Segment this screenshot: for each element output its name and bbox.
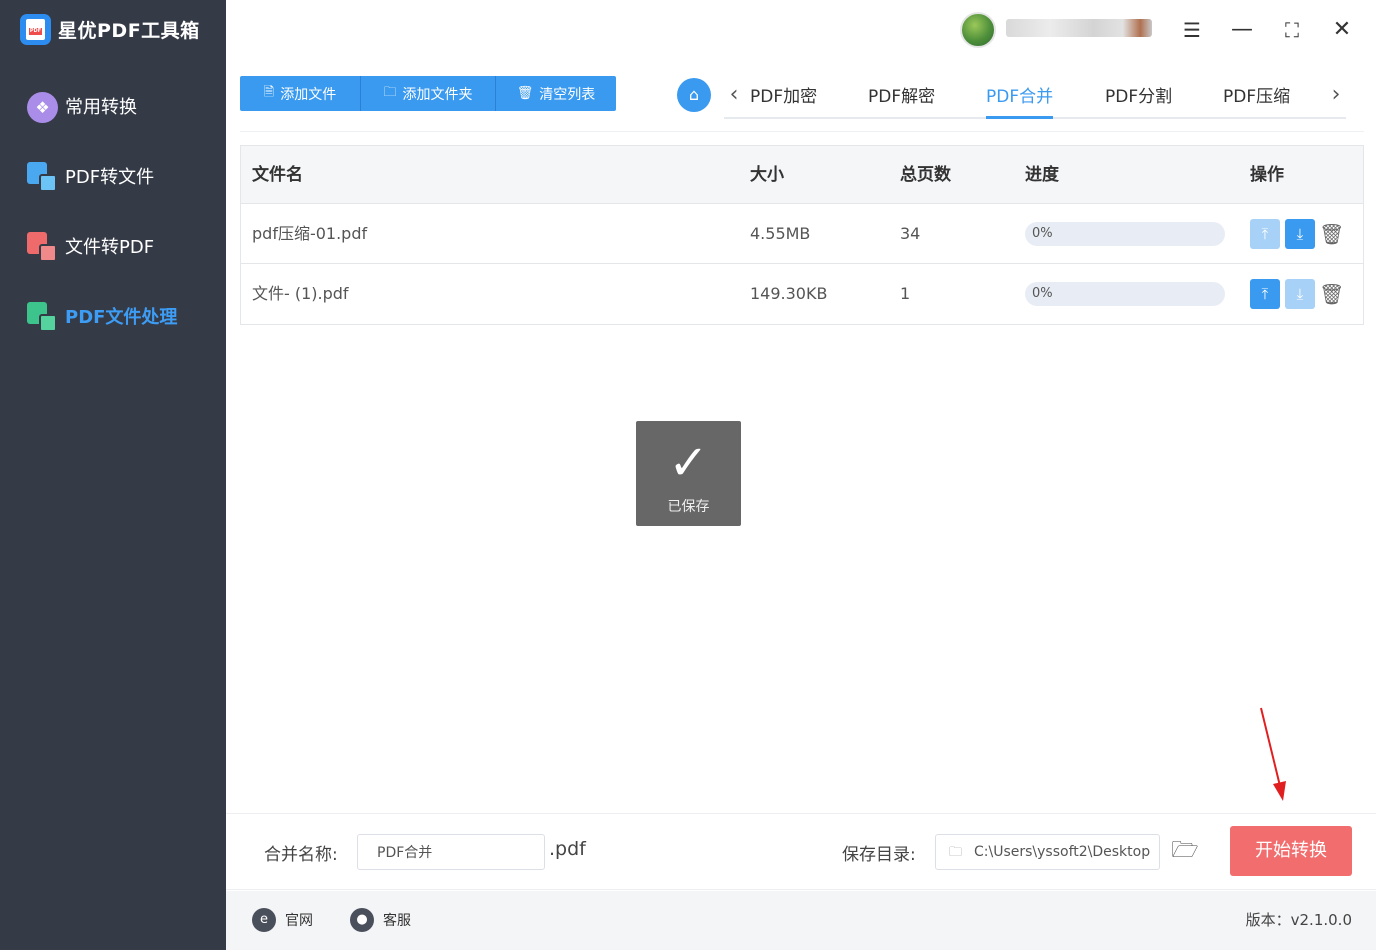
arrow-up-icon: ⤒ bbox=[1261, 285, 1269, 303]
clover-icon bbox=[25, 90, 58, 123]
annotation-arrow bbox=[1260, 707, 1286, 801]
app-title: 星优PDF工具箱 bbox=[58, 20, 200, 42]
sidebar-item-label: PDF文件处理 bbox=[65, 307, 178, 328]
table-row[interactable]: pdf压缩-01.pdf 4.55MB 34 0% ⤒ ⤓ 🗑 bbox=[241, 204, 1363, 264]
add-file-label: 添加文件 bbox=[280, 86, 337, 103]
toolbar: 🗎 添加文件 🗀 添加文件夹 🗑 清空列表 bbox=[240, 76, 616, 111]
file-icon: 🗎 bbox=[263, 84, 275, 100]
tab-bar: PDF加密 PDF解密 PDF合并 PDF分割 PDF压缩 bbox=[724, 76, 1346, 119]
tab-pdf-compress[interactable]: PDF压缩 bbox=[1223, 82, 1290, 119]
file-list-area: 文件名 大小 总页数 进度 操作 pdf压缩-01.pdf 4.55MB 34 … bbox=[240, 131, 1364, 800]
folder-icon: 🗀 bbox=[949, 845, 963, 860]
sidebar-item-label: 文件转PDF bbox=[65, 237, 155, 258]
save-dir-label: 保存目录: bbox=[842, 845, 916, 865]
website-label: 官网 bbox=[285, 913, 313, 929]
maximize-icon[interactable]: ⛶ bbox=[1276, 14, 1308, 46]
folder-icon: 🗀 bbox=[383, 84, 397, 100]
username-blurred bbox=[1006, 19, 1152, 37]
file-name: pdf压缩-01.pdf bbox=[252, 224, 368, 243]
browse-folder-icon[interactable]: 🗁 bbox=[1170, 836, 1200, 866]
save-dir-input[interactable] bbox=[935, 834, 1160, 870]
brand: 星优PDF工具箱 bbox=[20, 14, 200, 45]
footer: e 官网 ● 客服 版本：v2.1.0.0 bbox=[226, 891, 1376, 950]
arrow-down-icon: ⤓ bbox=[1296, 285, 1304, 303]
sidebar-item-pdf-to-file[interactable]: PDF转文件 bbox=[25, 158, 154, 194]
sidebar-item-file-to-pdf[interactable]: 文件转PDF bbox=[25, 228, 154, 264]
arrow-down-icon: ⤓ bbox=[1296, 225, 1304, 243]
column-header-actions: 操作 bbox=[1250, 165, 1284, 185]
support-label: 客服 bbox=[383, 913, 411, 929]
merge-name-input[interactable] bbox=[357, 834, 545, 870]
column-header-name: 文件名 bbox=[252, 165, 303, 185]
saved-toast: ✓ 已保存 bbox=[636, 421, 741, 526]
browser-icon: e bbox=[252, 908, 276, 932]
add-folder-button[interactable]: 🗀 添加文件夹 bbox=[361, 76, 496, 111]
file-pages: 1 bbox=[900, 284, 911, 303]
tab-pdf-merge[interactable]: PDF合并 bbox=[986, 82, 1054, 119]
pdf-to-file-icon bbox=[25, 160, 58, 193]
sidebar-item-common-convert[interactable]: 常用转换 bbox=[25, 88, 137, 124]
avatar[interactable] bbox=[960, 12, 996, 48]
file-to-pdf-icon bbox=[25, 230, 58, 263]
website-link[interactable]: e 官网 bbox=[252, 908, 313, 932]
table-row[interactable]: 文件- (1).pdf 149.30KB 1 0% ⤒ ⤓ 🗑 bbox=[241, 264, 1363, 324]
file-table: 文件名 大小 总页数 进度 操作 pdf压缩-01.pdf 4.55MB 34 … bbox=[240, 145, 1364, 325]
move-up-button[interactable]: ⤒ bbox=[1250, 279, 1280, 309]
minimize-icon[interactable]: — bbox=[1226, 14, 1258, 46]
title-bar: ☰ — ⛶ ✕ bbox=[226, 0, 1376, 60]
tab-pdf-split[interactable]: PDF分割 bbox=[1105, 82, 1172, 119]
progress-text: 0% bbox=[1032, 226, 1053, 241]
support-link[interactable]: ● 客服 bbox=[350, 908, 411, 932]
pdf-process-icon bbox=[25, 300, 58, 333]
sliders-icon[interactable]: ☰ bbox=[1176, 14, 1208, 46]
sidebar: 星优PDF工具箱 常用转换 PDF转文件 文件转PDF PDF文件处理 bbox=[0, 0, 226, 950]
merge-name-label: 合并名称: bbox=[264, 845, 338, 865]
check-icon: ✓ bbox=[668, 435, 709, 491]
file-size: 149.30KB bbox=[750, 284, 828, 303]
clear-list-button[interactable]: 🗑 清空列表 bbox=[496, 76, 616, 111]
sidebar-item-pdf-process[interactable]: PDF文件处理 bbox=[25, 298, 177, 334]
delete-icon[interactable]: 🗑 bbox=[1319, 219, 1344, 249]
table-header: 文件名 大小 总页数 进度 操作 bbox=[241, 146, 1363, 204]
sidebar-item-label: 常用转换 bbox=[65, 97, 137, 118]
move-down-button[interactable]: ⤓ bbox=[1285, 219, 1315, 249]
clear-list-label: 清空列表 bbox=[539, 86, 596, 103]
file-size: 4.55MB bbox=[750, 224, 811, 243]
extension-label: .pdf bbox=[549, 838, 586, 860]
start-convert-button[interactable]: 开始转换 bbox=[1230, 826, 1352, 876]
progress-bar: 0% bbox=[1025, 282, 1225, 306]
column-header-progress: 进度 bbox=[1025, 165, 1059, 185]
close-icon[interactable]: ✕ bbox=[1326, 14, 1358, 46]
app-logo-icon bbox=[20, 14, 51, 45]
column-header-size: 大小 bbox=[750, 165, 784, 185]
sidebar-item-label: PDF转文件 bbox=[65, 167, 155, 188]
add-folder-label: 添加文件夹 bbox=[402, 86, 473, 103]
file-name: 文件- (1).pdf bbox=[252, 284, 349, 303]
progress-text: 0% bbox=[1032, 286, 1053, 301]
column-header-pages: 总页数 bbox=[900, 165, 951, 185]
file-pages: 34 bbox=[900, 224, 921, 243]
chat-icon: ● bbox=[350, 908, 374, 932]
move-down-button[interactable]: ⤓ bbox=[1285, 279, 1315, 309]
home-icon[interactable]: ⌂ bbox=[677, 78, 711, 112]
delete-icon[interactable]: 🗑 bbox=[1319, 279, 1344, 309]
tab-pdf-encrypt[interactable]: PDF加密 bbox=[750, 82, 817, 119]
move-up-button[interactable]: ⤒ bbox=[1250, 219, 1280, 249]
tab-pdf-decrypt[interactable]: PDF解密 bbox=[868, 82, 935, 119]
bottom-bar: 合并名称: .pdf 保存目录: 🗀 🗁 开始转换 bbox=[226, 813, 1376, 890]
version-text: 版本：v2.1.0.0 bbox=[1245, 911, 1352, 929]
main-panel: ☰ — ⛶ ✕ 🗎 添加文件 🗀 添加文件夹 🗑 清空列表 ⌂ ‹ › PDF加… bbox=[226, 0, 1376, 950]
progress-bar: 0% bbox=[1025, 222, 1225, 246]
toast-text: 已保存 bbox=[667, 499, 710, 515]
add-file-button[interactable]: 🗎 添加文件 bbox=[240, 76, 361, 111]
trash-icon: 🗑 bbox=[516, 86, 534, 101]
arrow-up-icon: ⤒ bbox=[1261, 225, 1269, 243]
